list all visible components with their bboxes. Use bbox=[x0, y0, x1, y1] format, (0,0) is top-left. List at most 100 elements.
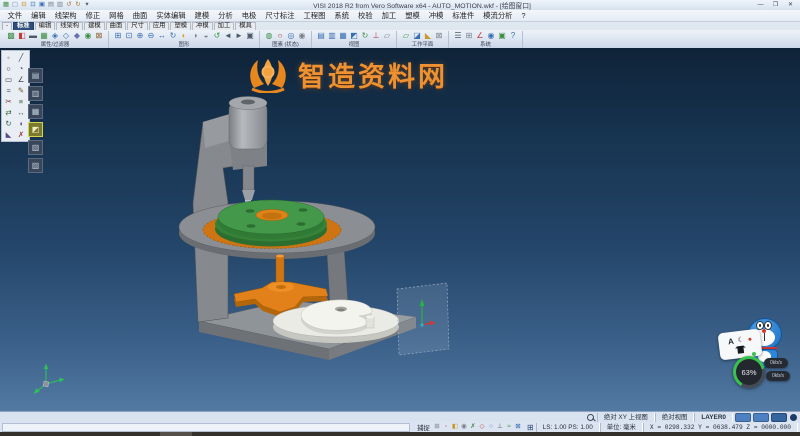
status-blue-button-2[interactable] bbox=[753, 413, 769, 422]
snap-mid-icon[interactable]: ◧ bbox=[451, 423, 459, 431]
overlay-card[interactable]: A ☾ bbox=[718, 329, 763, 361]
strip-view-iso-icon[interactable]: ◩ bbox=[28, 122, 43, 137]
menu-item[interactable]: 编辑 bbox=[27, 11, 51, 21]
net-speed-pill-2[interactable]: 0kb/s bbox=[766, 371, 790, 381]
lock-filter-icon[interactable]: ⊠ bbox=[94, 31, 104, 41]
polyline-icon[interactable]: ∠ bbox=[16, 74, 27, 85]
line-type-icon[interactable]: ▬ bbox=[28, 31, 38, 41]
view-top-icon[interactable]: ▤ bbox=[316, 31, 326, 41]
status-circle-icon[interactable] bbox=[790, 414, 797, 421]
workplane-reset-icon[interactable]: ⊠ bbox=[434, 31, 444, 41]
offset-icon[interactable]: ≡ bbox=[16, 96, 27, 107]
menu-item[interactable]: 文件 bbox=[3, 11, 27, 21]
redraw-icon[interactable]: ↺ bbox=[212, 31, 222, 41]
active-layer-indicator[interactable]: LAYER0 bbox=[694, 413, 733, 422]
redo-icon[interactable]: ↻ bbox=[74, 1, 82, 9]
open-file-icon[interactable]: ⊟ bbox=[20, 1, 28, 9]
mirror-icon[interactable]: ⇄ bbox=[3, 107, 14, 118]
menu-item[interactable]: 工程图 bbox=[299, 11, 330, 21]
menu-item[interactable]: 冲模 bbox=[424, 11, 448, 21]
maximize-button[interactable]: ❐ bbox=[768, 1, 783, 10]
menu-item[interactable]: 加工 bbox=[377, 11, 401, 21]
grid-toggle-icon[interactable]: ▦ bbox=[2, 1, 10, 9]
minimize-button[interactable]: — bbox=[753, 1, 768, 10]
trim-icon[interactable]: ✂ bbox=[3, 96, 14, 107]
menu-item[interactable]: ? bbox=[517, 11, 530, 21]
rotate-icon[interactable]: ↻ bbox=[3, 118, 14, 129]
menu-item[interactable]: 曲面 bbox=[128, 11, 152, 21]
status-blue-button-1[interactable] bbox=[735, 413, 751, 422]
rectangle-icon[interactable]: ▭ bbox=[3, 74, 14, 85]
text-icon[interactable]: ✎ bbox=[16, 85, 27, 96]
next-view-icon[interactable]: ► bbox=[234, 31, 244, 41]
menu-item[interactable]: 网格 bbox=[105, 11, 129, 21]
scale-indicator[interactable]: LS: 1.00 PS: 1.00 bbox=[536, 423, 600, 432]
settings-icon[interactable]: ☰ bbox=[453, 31, 463, 41]
menu-item[interactable]: 修正 bbox=[81, 11, 105, 21]
dynamic-rotate-icon[interactable]: ↻ bbox=[360, 31, 370, 41]
strip-wireframe-icon[interactable]: ▨ bbox=[28, 158, 43, 173]
snap-point-icon[interactable]: ◦ bbox=[442, 423, 450, 431]
plot-icon[interactable]: ▥ bbox=[56, 1, 64, 9]
search-icon[interactable] bbox=[587, 414, 594, 421]
menu-item[interactable]: 模流分析 bbox=[479, 11, 517, 21]
snap-grid-icon[interactable]: ⊞ bbox=[433, 423, 441, 431]
strip-view-front-icon[interactable]: ▥ bbox=[28, 86, 43, 101]
units-indicator[interactable]: 单位: 毫米 bbox=[600, 423, 643, 432]
grid-snap-icon[interactable]: ⊞ bbox=[527, 423, 534, 432]
circle-icon[interactable]: ○ bbox=[3, 63, 14, 74]
chamfer-icon[interactable]: ◣ bbox=[3, 129, 14, 140]
strip-view-top-icon[interactable]: ▤ bbox=[28, 68, 43, 83]
zoom-fit-icon[interactable]: ⊞ bbox=[113, 31, 123, 41]
save-file-icon[interactable]: ⊡ bbox=[29, 1, 37, 9]
view-normal-icon[interactable]: ⊥ bbox=[371, 31, 381, 41]
point-icon[interactable]: ◦ bbox=[3, 52, 14, 63]
zoom-in-icon[interactable]: ⊕ bbox=[135, 31, 145, 41]
coord-mode-indicator[interactable]: 绝对 XY 上视图 bbox=[597, 413, 655, 422]
snap-center-icon[interactable]: ◉ bbox=[460, 423, 468, 431]
new-file-icon[interactable]: ▢ bbox=[11, 1, 19, 9]
snap-free-icon[interactable]: ⊠ bbox=[514, 423, 522, 431]
database-icon[interactable]: ▣ bbox=[497, 31, 507, 41]
zoom-out-icon[interactable]: ⊖ bbox=[146, 31, 156, 41]
workplane-xy-icon[interactable]: ▱ bbox=[401, 31, 411, 41]
attributes-icon[interactable]: ▩ bbox=[6, 31, 16, 41]
menu-item[interactable]: 实体编辑 bbox=[152, 11, 190, 21]
move-icon[interactable]: ↔ bbox=[16, 107, 27, 118]
previous-view-icon[interactable]: ◄ bbox=[223, 31, 233, 41]
customize-icon[interactable]: ▾ bbox=[83, 1, 91, 9]
visibility-icon[interactable]: ◉ bbox=[83, 31, 93, 41]
menu-item[interactable]: 建模 bbox=[190, 11, 214, 21]
rotate-view-icon[interactable]: ↻ bbox=[168, 31, 178, 41]
strip-shaded-icon[interactable]: ▧ bbox=[28, 140, 43, 155]
menu-item[interactable]: 校验 bbox=[354, 11, 378, 21]
pan-icon[interactable]: ↔ bbox=[157, 31, 167, 41]
menu-item[interactable]: 尺寸标注 bbox=[261, 11, 299, 21]
close-button[interactable]: ✕ bbox=[783, 1, 798, 10]
mask-icon[interactable]: ◆ bbox=[72, 31, 82, 41]
print-icon[interactable]: ▤ bbox=[47, 1, 55, 9]
delete-icon[interactable]: ✗ bbox=[16, 129, 27, 140]
menu-item[interactable]: 电极 bbox=[237, 11, 261, 21]
menu-item[interactable]: 分析 bbox=[214, 11, 238, 21]
color-picker-icon[interactable]: ◧ bbox=[17, 31, 27, 41]
snap-perp-icon[interactable]: ⊥ bbox=[496, 423, 504, 431]
view-plane-icon[interactable]: ▱ bbox=[382, 31, 392, 41]
command-prompt-field[interactable] bbox=[2, 423, 410, 432]
zoom-window-icon[interactable]: ⊡ bbox=[124, 31, 134, 41]
menu-item[interactable]: 塑模 bbox=[401, 11, 425, 21]
fillet-icon[interactable]: ◖ bbox=[16, 118, 27, 129]
battery-ring[interactable]: 63% bbox=[733, 356, 765, 388]
view-right-icon[interactable]: ▦ bbox=[338, 31, 348, 41]
system-help-icon[interactable]: ? bbox=[508, 31, 518, 41]
snap-near-icon[interactable]: ≈ bbox=[505, 423, 513, 431]
spline-icon[interactable]: ≈ bbox=[3, 85, 14, 96]
menu-item[interactable]: 系统 bbox=[330, 11, 354, 21]
snap-quad-icon[interactable]: ◇ bbox=[478, 423, 486, 431]
status-blue-button-3[interactable] bbox=[771, 413, 787, 422]
calculator-icon[interactable]: ⊞ bbox=[464, 31, 474, 41]
snap-intersect-icon[interactable]: ✗ bbox=[469, 423, 477, 431]
full-screen-icon[interactable]: ▣ bbox=[245, 31, 255, 41]
menu-item[interactable]: 线架构 bbox=[50, 11, 81, 21]
menu-item[interactable]: 标准件 bbox=[448, 11, 479, 21]
